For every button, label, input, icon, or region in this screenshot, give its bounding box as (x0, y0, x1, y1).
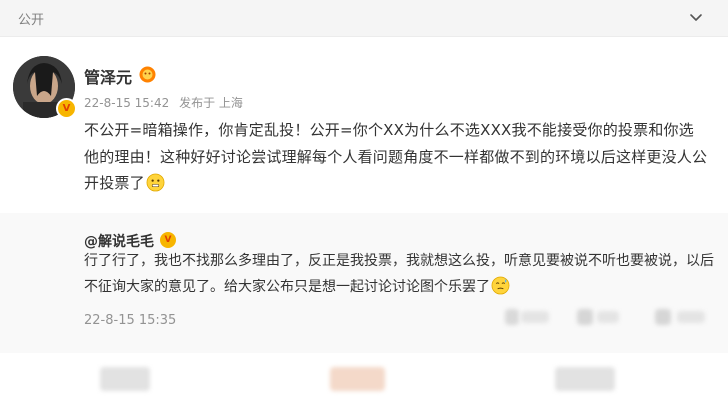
repost-vip-badge-icon: V (160, 232, 176, 248)
repost-share-count (521, 311, 549, 323)
author-name[interactable]: 管泽元 (84, 64, 132, 88)
repost-comment-icon[interactable] (577, 309, 593, 325)
repost-like-count (677, 311, 705, 323)
post-text: 不公开=暗箱操作，你肯定乱投！公开=你个XX为什么不选XXX我不能接受你的投票和… (84, 117, 709, 197)
post-meta: 22-8-15 15:42 发布于 上海 (84, 94, 249, 111)
chevron-down-icon[interactable] (688, 10, 704, 26)
user-level-icon (139, 66, 156, 83)
comment-button[interactable] (330, 367, 385, 391)
repost-share-icon[interactable] (505, 309, 519, 325)
visibility-bar: 公开 (0, 0, 728, 37)
forward-button[interactable] (100, 367, 150, 391)
emoji-icon (146, 173, 165, 192)
visibility-label: 公开 (18, 13, 45, 28)
repost-comment-count (597, 311, 619, 323)
repost-like-icon[interactable] (655, 309, 671, 325)
post-source: 发布于 上海 (179, 96, 243, 110)
post-time[interactable]: 22-8-15 15:42 (84, 96, 169, 110)
post-text-content: 不公开=暗箱操作，你肯定乱投！公开=你个XX为什么不选XXX我不能接受你的投票和… (84, 121, 708, 192)
repost-text-content: 行了行了，我也不找那么多理由了，反正是我投票，我就想这么投，听意见要被说不听也要… (84, 253, 714, 295)
sweat-emoji-icon (491, 276, 510, 295)
like-button[interactable] (555, 367, 615, 391)
repost-time[interactable]: 22-8-15 15:35 (84, 313, 176, 328)
repost-text: 行了行了，我也不找那么多理由了，反正是我投票，我就想这么投，听意见要被说不听也要… (84, 248, 714, 300)
repost-actions (505, 305, 720, 329)
footer-actions (0, 357, 728, 411)
vip-badge-icon: V (56, 98, 77, 119)
